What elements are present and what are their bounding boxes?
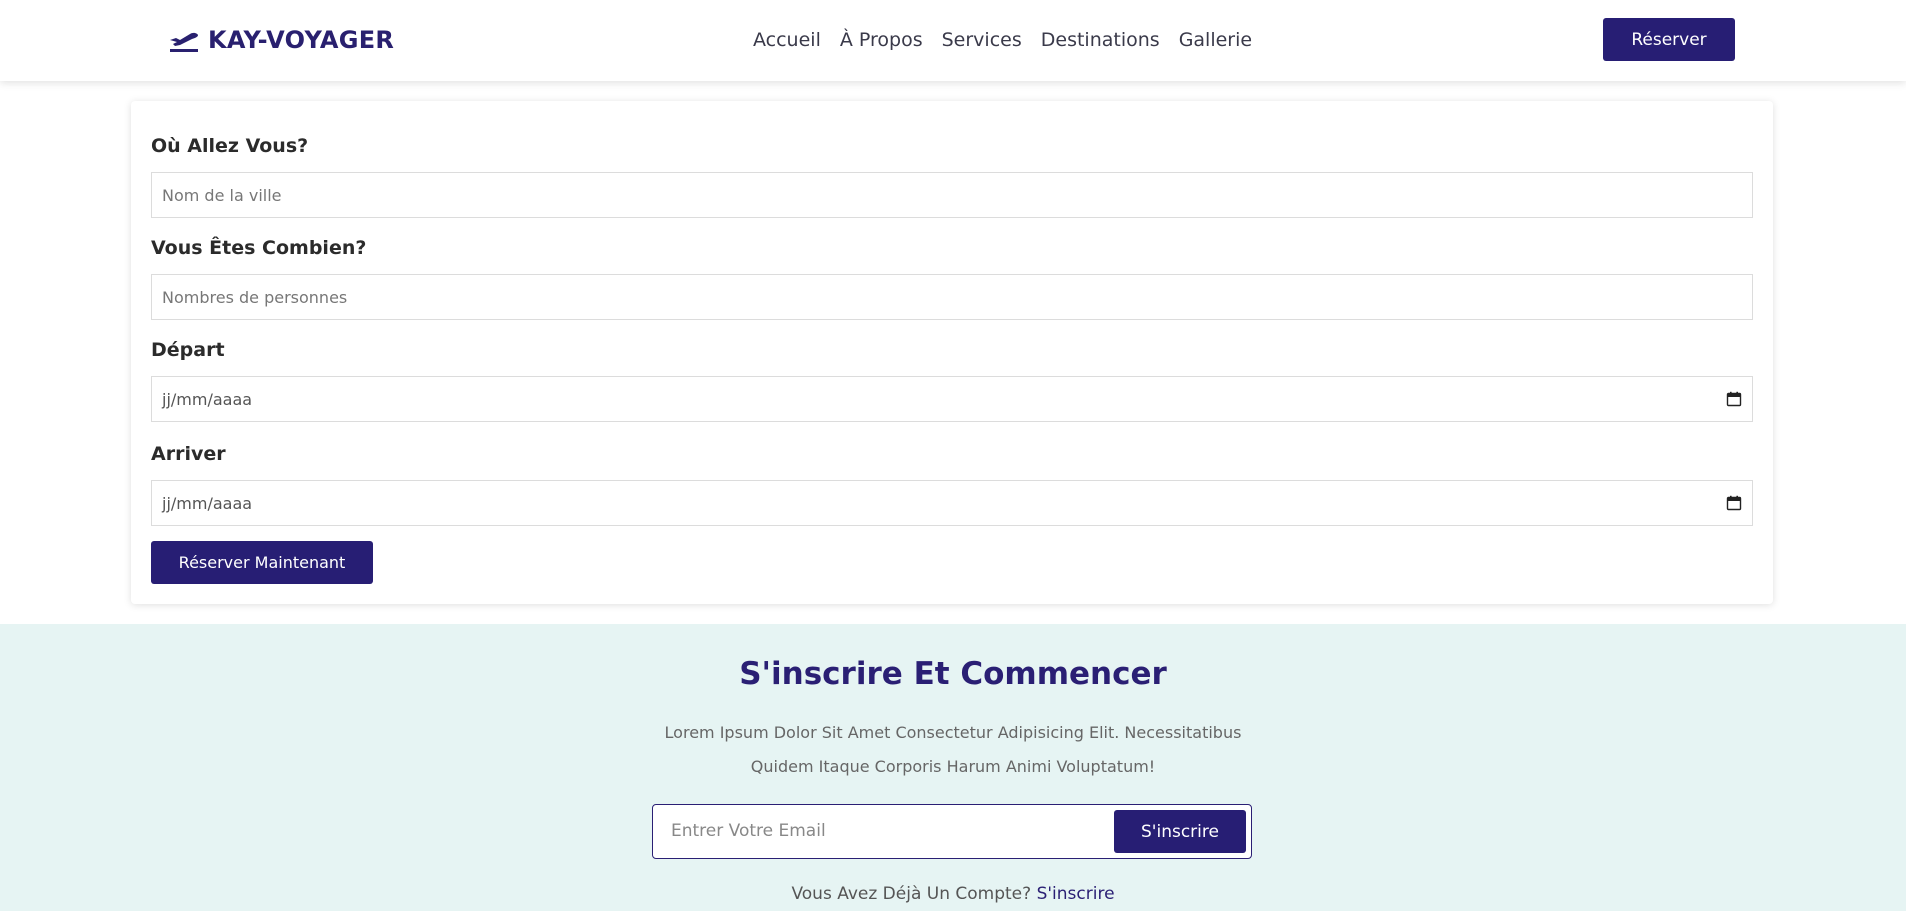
destination-label: Où Allez Vous? (151, 135, 309, 157)
departure-placeholder: jj/mm/aaaa (162, 389, 253, 409)
people-label: Vous Êtes Combien? (151, 237, 367, 259)
arrival-placeholder: jj/mm/aaaa (162, 493, 253, 513)
signup-button[interactable]: S'inscrire (1114, 810, 1246, 853)
brand-name: KAY-VOYAGER (208, 26, 395, 54)
signup-title: S'inscrire Et Commencer (739, 656, 1167, 692)
destination-placeholder: Nom de la ville (162, 185, 282, 205)
departure-date-input[interactable]: jj/mm/aaaa (151, 376, 1753, 422)
login-prompt-text: Vous Avez Déjà Un Compte? (791, 884, 1032, 904)
login-prompt: Vous Avez Déjà Un Compte? S'inscrire (0, 884, 1906, 904)
signup-link[interactable]: S'inscrire (1037, 884, 1115, 904)
site-header: KAY-VOYAGER Accueil À Propos Services De… (0, 0, 1906, 81)
book-now-button[interactable]: Réserver Maintenant (151, 541, 373, 584)
signup-text-line-1: Lorem Ipsum Dolor Sit Amet Consectetur A… (664, 723, 1242, 742)
main-nav: Accueil À Propos Services Destinations G… (753, 24, 1252, 56)
airplane-takeoff-icon (170, 32, 198, 52)
calendar-icon[interactable] (1726, 495, 1742, 511)
brand-logo[interactable]: KAY-VOYAGER (168, 24, 394, 56)
email-placeholder: Entrer Votre Email (671, 821, 826, 841)
people-placeholder: Nombres de personnes (162, 287, 348, 307)
arrival-date-input[interactable]: jj/mm/aaaa (151, 480, 1753, 526)
signup-section: S'inscrire Et Commencer Lorem Ipsum Dolo… (0, 624, 1906, 911)
departure-label: Départ (151, 339, 225, 361)
calendar-icon[interactable] (1726, 391, 1742, 407)
destination-input[interactable]: Nom de la ville (151, 172, 1753, 218)
email-input[interactable]: Entrer Votre Email (671, 805, 1091, 857)
nav-item-accueil[interactable]: Accueil (753, 29, 821, 51)
nav-item-a-propos[interactable]: À Propos (840, 29, 923, 51)
arrival-label: Arriver (151, 443, 226, 465)
newsletter-form: Entrer Votre Email S'inscrire (652, 804, 1252, 859)
people-input[interactable]: Nombres de personnes (151, 274, 1753, 320)
nav-item-gallerie[interactable]: Gallerie (1179, 29, 1252, 51)
booking-form: Où Allez Vous? Nom de la ville Vous Êtes… (131, 101, 1773, 604)
signup-description: Lorem Ipsum Dolor Sit Amet Consectetur A… (653, 716, 1253, 784)
reserve-button[interactable]: Réserver (1603, 18, 1735, 61)
nav-item-services[interactable]: Services (942, 29, 1022, 51)
signup-text-line-2: Quidem Itaque Corporis Harum Animi Volup… (750, 757, 1156, 776)
nav-item-destinations[interactable]: Destinations (1041, 29, 1160, 51)
